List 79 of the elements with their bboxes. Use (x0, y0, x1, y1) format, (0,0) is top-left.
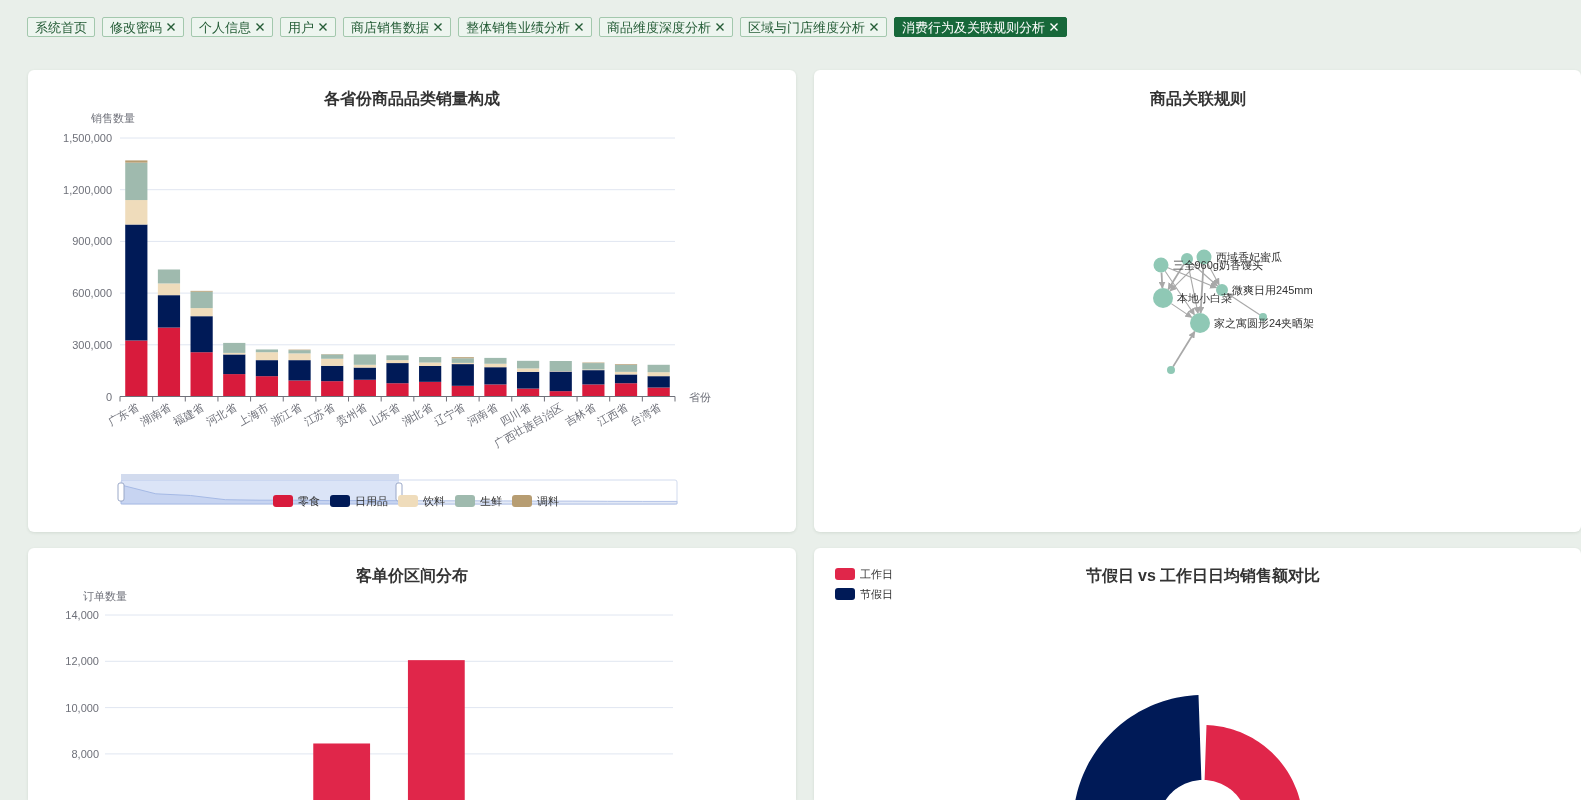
y-axis-title: 销售数量 (91, 112, 135, 124)
y-tick-label: 12,000 (65, 655, 99, 668)
tab[interactable]: 修改密码 (102, 17, 184, 37)
node-label: 本地小白菜 (1177, 292, 1232, 304)
bar-segment (288, 380, 311, 397)
legend-label[interactable]: 节假日 (860, 588, 893, 600)
y-tick-label: 900,000 (72, 235, 112, 248)
slider-move-handle[interactable] (121, 474, 399, 480)
x-tick-label: 广东省 (105, 400, 141, 428)
close-icon[interactable] (869, 22, 879, 32)
chart-title: 商品关联规则 (1150, 90, 1246, 107)
close-icon[interactable] (318, 22, 328, 32)
tab[interactable]: 商品维度深度分析 (599, 17, 733, 37)
legend-label[interactable]: 日用品 (355, 495, 388, 507)
legend-label[interactable]: 零食 (298, 495, 320, 507)
bar-segment (614, 383, 638, 397)
close-icon[interactable] (166, 22, 176, 32)
x-tick-label: 吉林省 (562, 400, 598, 428)
bar (313, 743, 371, 800)
legend-swatch-icon[interactable] (835, 568, 855, 580)
legend-swatch-icon[interactable] (455, 495, 475, 507)
legend-label[interactable]: 工作日 (860, 568, 893, 580)
tab[interactable]: 整体销售业绩分析 (458, 17, 592, 37)
slider-handle[interactable] (117, 482, 125, 502)
bar-segment (190, 352, 213, 397)
legend-swatch-icon[interactable] (835, 588, 855, 600)
bar-segment (582, 384, 605, 397)
x-tick-label: 福建省 (171, 400, 206, 428)
node-label: 家之寓圆形24夹晒架 (1214, 317, 1315, 329)
range-slider[interactable] (117, 474, 678, 505)
x-tick-label: 河北省 (203, 400, 239, 428)
y-axis-title: 订单数量 (83, 590, 127, 602)
chart-title: 节假日 vs 工作日日均销售额对比 (1085, 567, 1321, 584)
edge-arrow (1172, 330, 1196, 368)
legend-label[interactable]: 生鲜 (480, 495, 502, 507)
y-tick-label: 0 (105, 390, 112, 403)
x-tick-label: 台湾省 (628, 400, 663, 428)
close-icon[interactable] (715, 22, 725, 32)
tab[interactable]: 区域与门店维度分析 (740, 17, 887, 37)
legend-swatch-icon[interactable] (398, 495, 418, 507)
y-tick-label: 1,200,000 (63, 183, 112, 196)
x-tick-label: 湖北省 (399, 400, 435, 428)
chart-title: 各省份商品品类销量构成 (324, 90, 500, 107)
close-icon[interactable] (574, 22, 584, 32)
legend-label[interactable]: 调料 (537, 495, 559, 507)
close-icon[interactable] (433, 22, 443, 32)
x-tick-label: 河南省 (464, 400, 500, 428)
y-tick-label: 10,000 (65, 701, 99, 714)
legend-swatch-icon[interactable] (273, 495, 293, 507)
y-tick-label: 600,000 (72, 287, 112, 300)
tab[interactable]: 系统首页 (27, 17, 95, 37)
y-tick-label: 300,000 (72, 338, 112, 351)
legend-swatch-icon[interactable] (330, 495, 350, 507)
x-tick-label: 江苏省 (301, 400, 337, 428)
bar-segment (157, 269, 181, 284)
x-tick-label: 山东省 (366, 400, 402, 428)
close-icon[interactable] (255, 22, 265, 32)
legend-label[interactable]: 饮料 (423, 495, 445, 507)
x-tick-label: 辽宁省 (432, 400, 467, 428)
x-tick-label: 贵州省 (334, 400, 369, 428)
x-axis-title: 省份 (689, 390, 711, 403)
x-tick-label: 上海市 (236, 400, 271, 428)
tab[interactable]: 个人信息 (191, 17, 273, 37)
tab[interactable]: 用户 (280, 17, 336, 37)
tab[interactable]: 商店销售数据 (343, 17, 451, 37)
y-tick-label: 8,000 (71, 747, 99, 760)
bar-segment (223, 374, 246, 397)
bar-segment (321, 381, 344, 397)
bar-segment (255, 376, 278, 397)
y-tick-label: 1,500,000 (63, 132, 112, 144)
y-tick-label: 14,000 (65, 609, 99, 621)
bar-segment (484, 384, 507, 397)
x-tick-label: 江西省 (595, 400, 631, 428)
x-tick-label: 湖南省 (138, 400, 173, 428)
x-tick-label: 浙江省 (269, 400, 304, 428)
chart-title: 客单价区间分布 (356, 567, 468, 584)
node-label: 微爽日用245mm (1232, 284, 1313, 296)
tab[interactable]: 消费行为及关联规则分析 (894, 17, 1067, 37)
legend-swatch-icon[interactable] (512, 495, 532, 507)
